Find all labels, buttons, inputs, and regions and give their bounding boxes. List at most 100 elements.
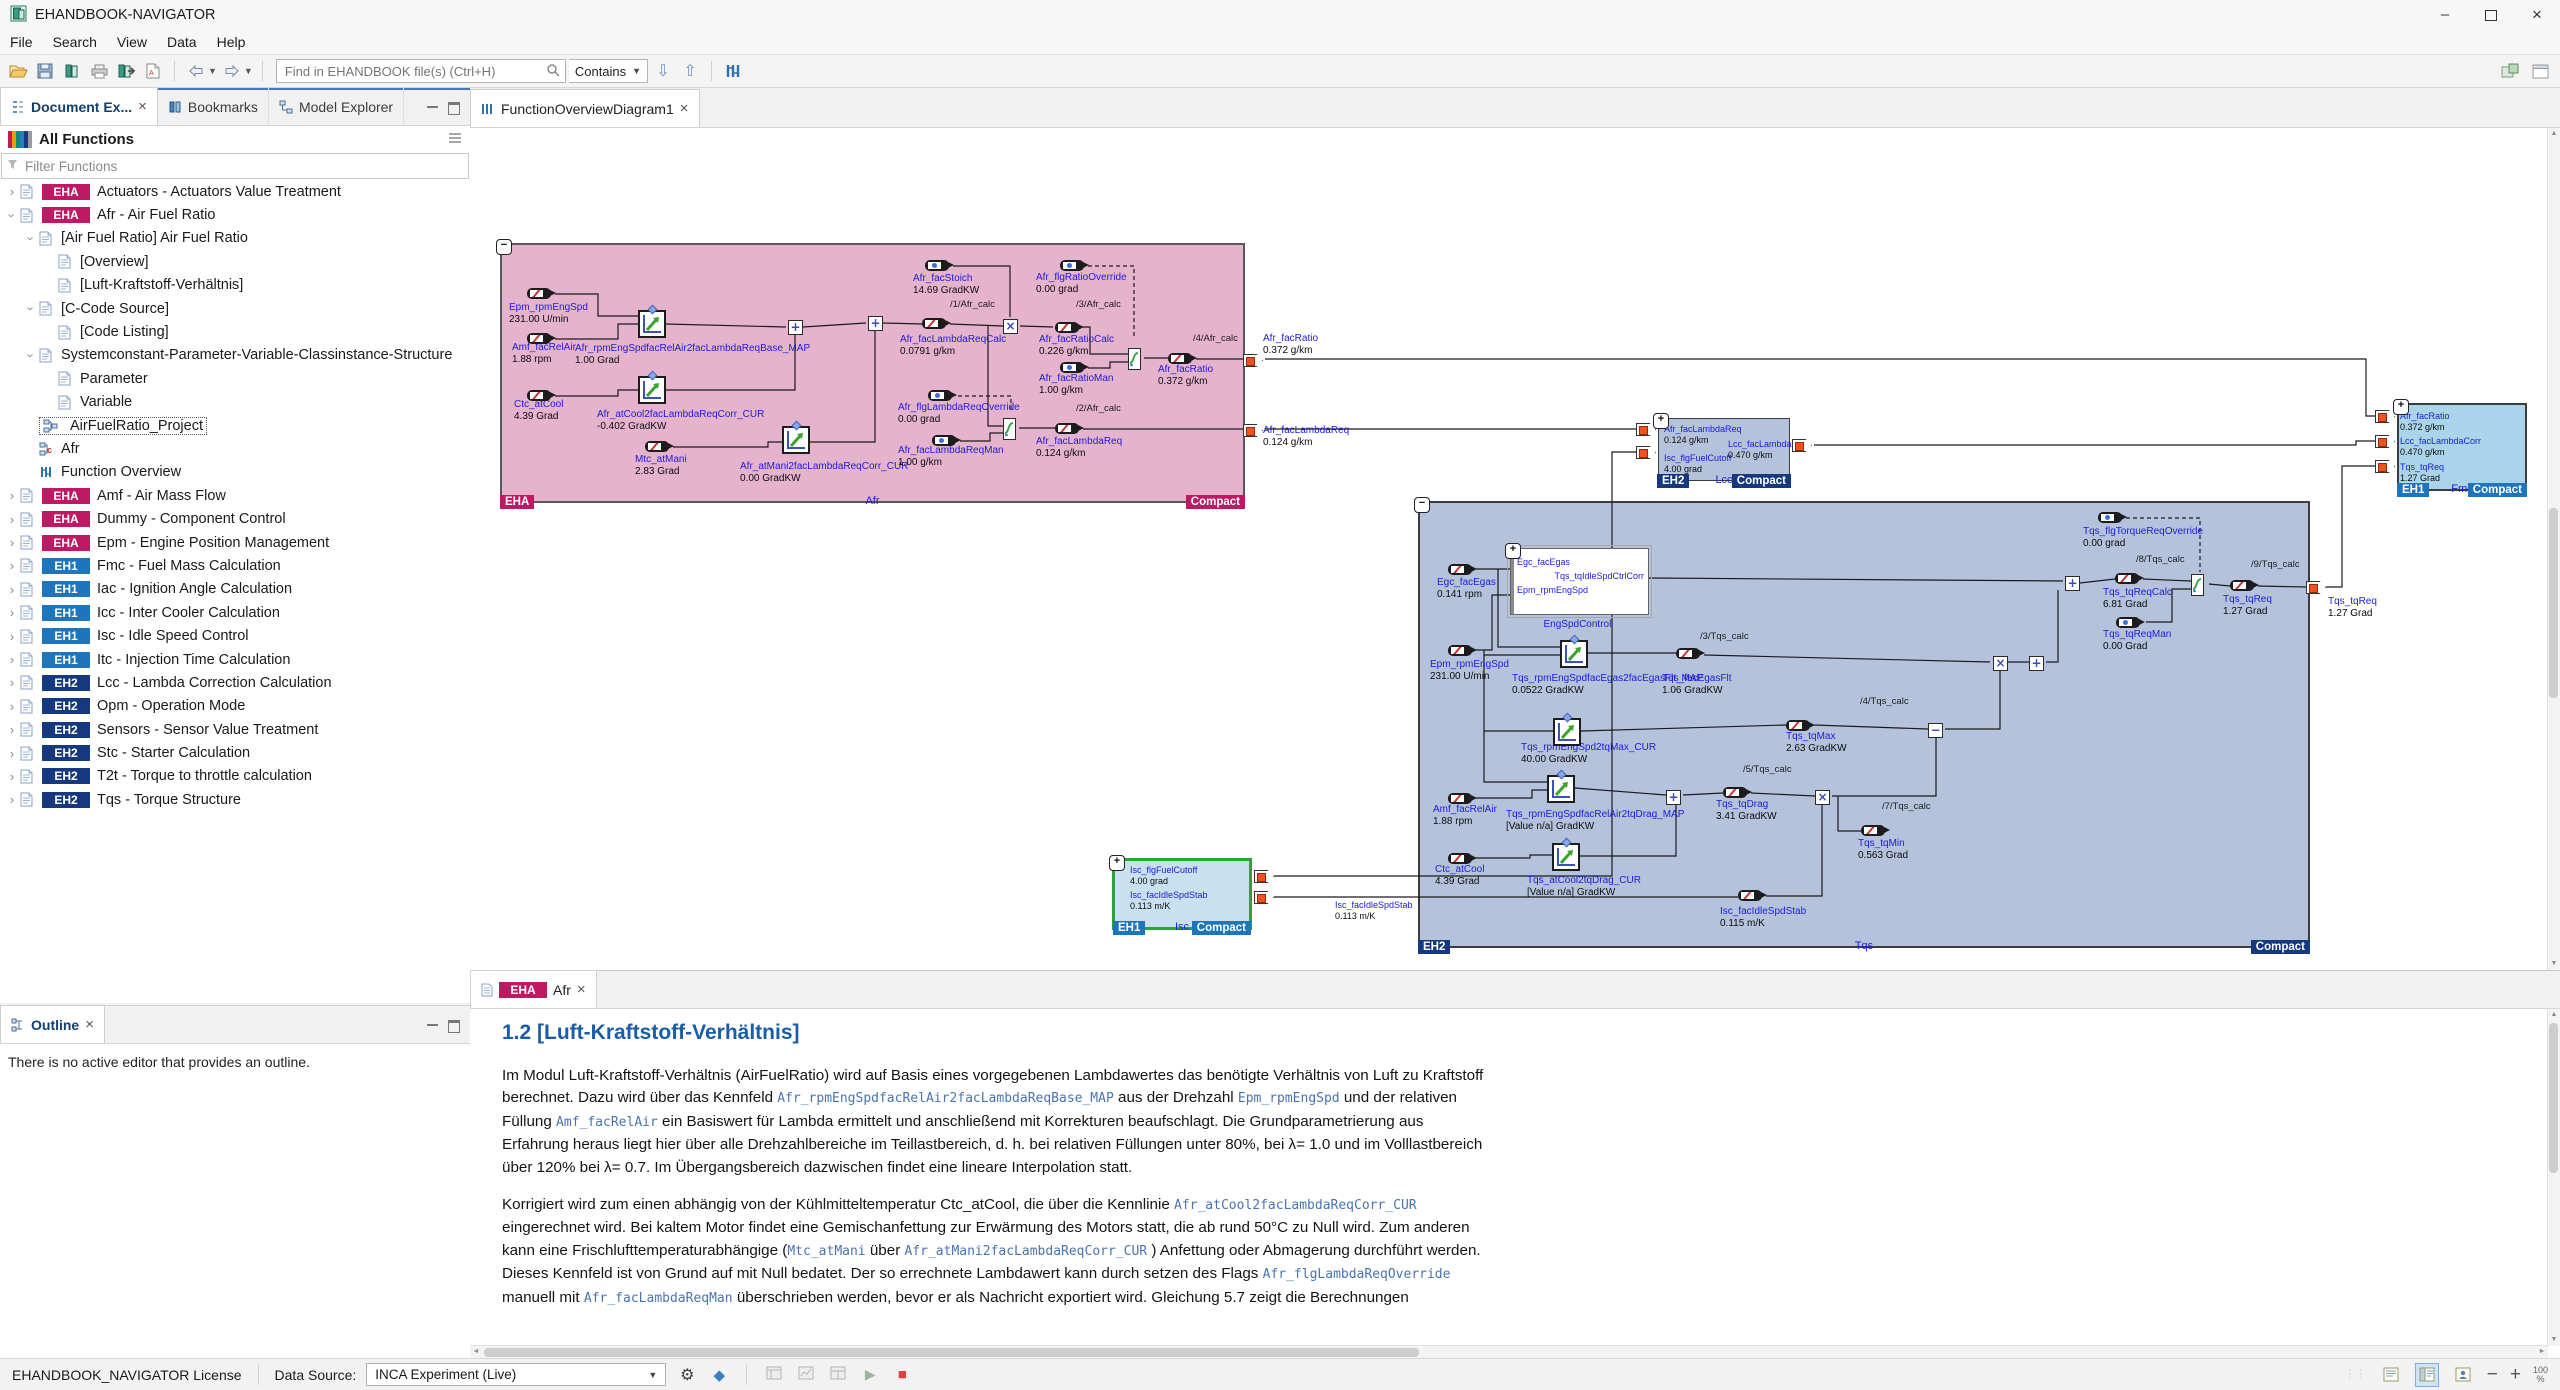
measurement-pill-icon[interactable] — [1786, 720, 1810, 731]
measurement-pill-icon[interactable] — [1738, 890, 1762, 901]
close-icon[interactable]: × — [577, 981, 586, 998]
tree-item-systemconstant-parameter-variable-classi[interactable]: ›Systemconstant-Parameter-Variable-Class… — [0, 344, 470, 367]
maximize-panel-icon[interactable] — [448, 102, 460, 115]
menu-data[interactable]: Data — [157, 30, 207, 54]
diagram-canvas[interactable]: −EHAAfrCompact−EH2TqsCompact+EH2LccCompa… — [470, 128, 2548, 970]
chevron-icon[interactable]: › — [4, 605, 20, 620]
back-dropdown-icon[interactable]: ▼ — [208, 66, 217, 76]
view-menu-icon[interactable] — [448, 131, 462, 149]
tab-bookmarks[interactable]: Bookmarks — [158, 88, 269, 125]
calibration-window-icon[interactable] — [763, 1366, 785, 1383]
expand-icon[interactable]: + — [2393, 399, 2409, 415]
tree-item-icc-inter-cooler-calculation[interactable]: ›EH1Icc - Inter Cooler Calculation — [0, 601, 470, 624]
parameter-pill-icon[interactable] — [925, 260, 949, 271]
close-icon[interactable]: × — [85, 1016, 94, 1033]
pdf-export-icon[interactable]: A — [141, 59, 165, 83]
parameter-pill-icon[interactable] — [1060, 260, 1084, 271]
add-operator[interactable]: + — [788, 320, 803, 335]
tab-model-explorer[interactable]: Model Explorer — [269, 88, 404, 125]
curve-block-icon[interactable] — [638, 376, 666, 404]
curve-block-icon[interactable] — [782, 426, 810, 454]
signal-port[interactable] — [1254, 870, 1274, 883]
tree-item-dummy-component-control[interactable]: ›EHADummy - Component Control — [0, 507, 470, 530]
tab-outline[interactable]: Outline× — [0, 1005, 105, 1043]
search-input[interactable] — [276, 59, 566, 83]
tab-function-overview-diagram[interactable]: FunctionOverviewDiagram1× — [470, 89, 700, 127]
signal-port[interactable] — [1243, 354, 1263, 367]
signal-port[interactable] — [1254, 891, 1274, 904]
save-icon[interactable] — [33, 59, 57, 83]
chevron-icon[interactable]: › — [4, 699, 20, 714]
measure-window-icon[interactable] — [795, 1366, 817, 1383]
close-icon[interactable]: × — [680, 100, 689, 117]
code-link[interactable]: Afr_facLambdaReqMan — [584, 1291, 733, 1306]
zoom-in-icon[interactable]: + — [2510, 1364, 2521, 1386]
tree-item-afr-air-fuel-ratio[interactable]: ›EHAAfr - Air Fuel Ratio — [0, 203, 470, 226]
minimize-panel-icon[interactable] — [427, 1020, 438, 1026]
chevron-icon[interactable]: › — [5, 207, 20, 223]
multiply-operator[interactable]: × — [1993, 656, 2008, 671]
tree-item-isc-idle-speed-control[interactable]: ›EH1Isc - Idle Speed Control — [0, 624, 470, 647]
settings-gear-icon[interactable]: ⚙ — [676, 1365, 698, 1385]
library-icon[interactable] — [60, 59, 84, 83]
switch-block[interactable] — [2191, 574, 2204, 596]
measurement-pill-icon[interactable] — [1448, 645, 1472, 656]
parameter-pill-icon[interactable] — [2098, 512, 2122, 523]
chevron-icon[interactable]: › — [4, 675, 20, 690]
signal-port[interactable] — [2375, 410, 2395, 423]
forward-icon[interactable] — [220, 59, 244, 83]
editor-vertical-scrollbar[interactable]: ▲▼ — [2547, 128, 2560, 970]
code-link[interactable]: Epm_rpmEngSpd — [1238, 1091, 1340, 1106]
export-book-icon[interactable] — [114, 59, 138, 83]
tab-document-explorer[interactable]: Document Ex...× — [0, 87, 158, 125]
measurement-pill-icon[interactable] — [1055, 423, 1079, 434]
measurement-pill-icon[interactable] — [1448, 793, 1472, 804]
measurement-pill-icon[interactable] — [2230, 580, 2254, 591]
measurement-pill-icon[interactable] — [1448, 853, 1472, 864]
multiply-operator[interactable]: × — [1003, 319, 1018, 334]
tree-item-airfuelratio-project[interactable]: AirFuelRatio_Project — [0, 414, 470, 437]
chevron-icon[interactable]: › — [4, 488, 20, 503]
filter-input[interactable] — [23, 158, 468, 175]
maximize-panel-icon[interactable] — [448, 1020, 460, 1033]
tree-item-lcc-lambda-correction-calculation[interactable]: ›EH2Lcc - Lambda Correction Calculation — [0, 671, 470, 694]
tree-item-afr[interactable]: cAfr — [0, 437, 470, 460]
minimize-button[interactable]: – — [2422, 0, 2468, 30]
tree-item-itc-injection-time-calculation[interactable]: ›EH1Itc - Injection Time Calculation — [0, 648, 470, 671]
tree-item-iac-ignition-angle-calculation[interactable]: ›EH1Iac - Ignition Angle Calculation — [0, 578, 470, 601]
add-operator[interactable]: + — [2029, 656, 2044, 671]
live-data-icon[interactable] — [2498, 59, 2522, 83]
layout-icon[interactable] — [2528, 59, 2552, 83]
data-source-dropdown[interactable]: INCA Experiment (Live) ▼ — [366, 1363, 666, 1386]
back-icon[interactable] — [184, 59, 208, 83]
expand-icon[interactable]: + — [1109, 855, 1125, 871]
tree-item-parameter[interactable]: Parameter — [0, 367, 470, 390]
measurement-pill-icon[interactable] — [922, 318, 946, 329]
tree-item-t2t-torque-to-throttle-calculation[interactable]: ›EH2T2t - Torque to throttle calculation — [0, 765, 470, 788]
match-mode-dropdown[interactable]: Contains▼ — [569, 59, 648, 83]
tree-item-function-overview[interactable]: Function Overview — [0, 461, 470, 484]
document-horizontal-scrollbar[interactable]: ◄► — [470, 1345, 2548, 1359]
curve-block-icon[interactable] — [1553, 718, 1581, 746]
close-icon[interactable]: × — [138, 98, 147, 115]
tree-item-actuators-actuators-value-treatment[interactable]: ›EHAActuators - Actuators Value Treatmen… — [0, 180, 470, 203]
collapse-icon[interactable]: − — [1414, 497, 1430, 513]
tree-item-variable[interactable]: Variable — [0, 391, 470, 414]
document-content[interactable]: 1.2 [Luft-Kraftstoff-Verhältnis] Im Modu… — [470, 1009, 2548, 1346]
menu-help[interactable]: Help — [207, 30, 256, 54]
function-overview-icon[interactable] — [721, 59, 745, 83]
tree-item--air-fuel-ratio-air-fuel-ratio[interactable]: ›[Air Fuel Ratio] Air Fuel Ratio — [0, 227, 470, 250]
parameter-pill-icon[interactable] — [932, 435, 956, 446]
search-next-icon[interactable]: ⇩ — [651, 59, 675, 83]
view-document-only-icon[interactable] — [2379, 1363, 2403, 1387]
chevron-icon[interactable]: › — [4, 792, 20, 807]
code-link[interactable]: Afr_atCool2facLambdaReqCorr_CUR — [1174, 1198, 1417, 1213]
chevron-icon[interactable]: › — [4, 652, 20, 667]
measurement-pill-icon[interactable] — [527, 333, 551, 344]
curve-block-icon[interactable] — [1552, 843, 1580, 871]
tree-item--code-listing-[interactable]: [Code Listing] — [0, 320, 470, 343]
measurement-pill-icon[interactable] — [1168, 353, 1192, 364]
tree-item--luft-kraftstoff-verh-ltnis-[interactable]: [Luft-Kraftstoff-Verhältnis] — [0, 274, 470, 297]
switch-block[interactable] — [1128, 348, 1141, 370]
search-prev-icon[interactable]: ⇧ — [678, 59, 702, 83]
